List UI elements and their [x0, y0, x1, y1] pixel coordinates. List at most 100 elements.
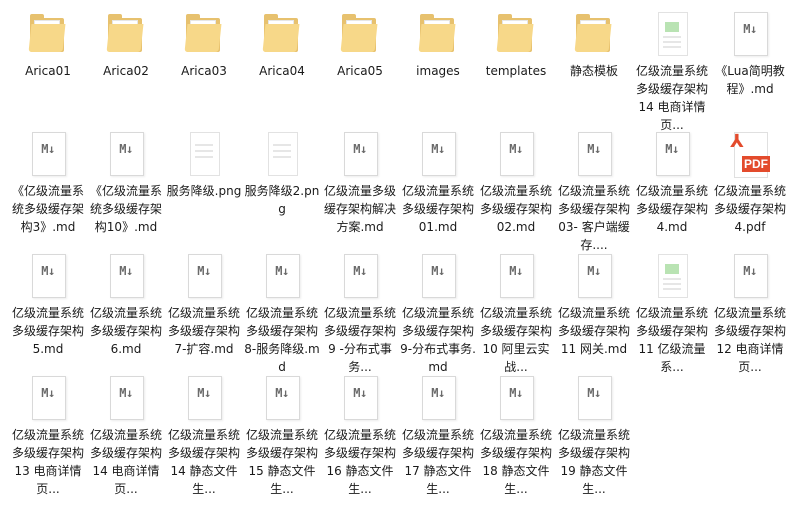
file-item[interactable]: Arica01 [10, 10, 86, 80]
file-item[interactable]: M↓ 亿级流量多级缓存架构解决方案.md [322, 130, 398, 236]
markdown-icon: M↓ [180, 252, 228, 300]
markdown-icon: M↓ [492, 374, 540, 422]
markdown-icon-text: M↓ [353, 386, 367, 400]
file-label: 亿级流量系统多级缓存架构11 网关.md [557, 306, 630, 356]
markdown-icon: M↓ [492, 252, 540, 300]
markdown-icon-text: M↓ [119, 142, 133, 156]
file-item[interactable]: M↓ 亿级流量系统多级缓存架构9 -分布式事务... [322, 252, 398, 376]
file-label: 亿级流量系统多级缓存架构15 静态文件生... [245, 428, 318, 496]
document-icon [648, 252, 696, 300]
markdown-icon-text: M↓ [431, 386, 445, 400]
pdf-icon-mark: ⅄ [730, 131, 744, 152]
file-item[interactable]: Arica03 [166, 10, 242, 80]
file-item[interactable]: M↓ 亿级流量系统多级缓存架构17 静态文件生... [400, 374, 476, 498]
markdown-icon-text: M↓ [509, 264, 523, 278]
file-label: 静态模板 [569, 64, 618, 78]
file-label: 《Lua简明教程》.md [715, 64, 785, 96]
file-item[interactable]: M↓ 亿级流量系统多级缓存架构7-扩容.md [166, 252, 242, 358]
file-item[interactable]: images [400, 10, 476, 80]
file-item[interactable]: M↓ 《亿级流量系统多级缓存架构10》.md [88, 130, 164, 236]
markdown-icon: M↓ [24, 374, 72, 422]
file-item[interactable]: M↓ 亿级流量系统多级缓存架构15 静态文件生... [244, 374, 320, 498]
markdown-icon: M↓ [102, 374, 150, 422]
file-item[interactable]: M↓ 亿级流量系统多级缓存架构10 阿里云实战... [478, 252, 554, 376]
folder-icon [570, 10, 618, 58]
file-item[interactable]: M↓ 《Lua简明教程》.md [712, 10, 788, 98]
file-item[interactable]: M↓ 亿级流量系统多级缓存架构14 静态文件生... [166, 374, 242, 498]
markdown-icon: M↓ [102, 130, 150, 178]
file-label: 服务降级2.png [244, 184, 320, 216]
markdown-icon-text: M↓ [41, 386, 55, 400]
markdown-icon: M↓ [24, 252, 72, 300]
file-label: 亿级流量系统多级缓存架构14 电商详情页... [89, 428, 162, 496]
markdown-icon-text: M↓ [743, 22, 757, 36]
file-label: 亿级流量系统多级缓存架构12 电商详情页... [713, 306, 786, 374]
file-item[interactable]: M↓ 亿级流量系统多级缓存架构4.md [634, 130, 710, 236]
folder-icon [414, 10, 462, 58]
file-item[interactable]: M↓ 亿级流量系统多级缓存架构01.md [400, 130, 476, 236]
markdown-icon: M↓ [336, 130, 384, 178]
file-item[interactable]: M↓ 亿级流量系统多级缓存架构02.md [478, 130, 554, 236]
markdown-icon: M↓ [258, 252, 306, 300]
file-item[interactable]: 亿级流量系统多级缓存架构14 电商详情页... [634, 10, 710, 134]
markdown-icon: M↓ [414, 130, 462, 178]
file-item[interactable]: 亿级流量系统多级缓存架构11 亿级流量系... [634, 252, 710, 376]
file-label: images [416, 64, 460, 78]
file-item[interactable]: M↓ 亿级流量系统多级缓存架构11 网关.md [556, 252, 632, 358]
file-item[interactable]: M↓ 亿级流量系统多级缓存架构14 电商详情页... [88, 374, 164, 498]
file-label: 亿级流量系统多级缓存架构19 静态文件生... [557, 428, 630, 496]
file-item[interactable]: M↓ 亿级流量系统多级缓存架构19 静态文件生... [556, 374, 632, 498]
file-item[interactable]: M↓ 亿级流量系统多级缓存架构16 静态文件生... [322, 374, 398, 498]
markdown-icon-text: M↓ [587, 264, 601, 278]
folder-icon [180, 10, 228, 58]
file-label: 亿级流量系统多级缓存架构14 电商详情页... [635, 64, 708, 132]
file-label: 亿级流量系统多级缓存架构18 静态文件生... [479, 428, 552, 496]
file-item[interactable]: M↓ 亿级流量系统多级缓存架构12 电商详情页... [712, 252, 788, 376]
file-label: 亿级流量系统多级缓存架构9 -分布式事务... [323, 306, 396, 374]
markdown-icon-text: M↓ [353, 264, 367, 278]
file-label: 《亿级流量系统多级缓存架构3》.md [11, 184, 84, 234]
markdown-icon-text: M↓ [431, 264, 445, 278]
file-label: Arica05 [337, 64, 383, 78]
file-item[interactable]: M↓ 亿级流量系统多级缓存架构03- 客户端缓存.... [556, 130, 632, 254]
file-label: 亿级流量系统多级缓存架构4.pdf [713, 184, 786, 234]
markdown-icon: M↓ [648, 130, 696, 178]
markdown-icon-text: M↓ [41, 142, 55, 156]
file-item[interactable]: M↓ 亿级流量系统多级缓存架构18 静态文件生... [478, 374, 554, 498]
file-item[interactable]: M↓ 《亿级流量系统多级缓存架构3》.md [10, 130, 86, 236]
markdown-icon-text: M↓ [275, 386, 289, 400]
file-item[interactable]: ⅄ PDF 亿级流量系统多级缓存架构4.pdf [712, 130, 788, 236]
markdown-icon: M↓ [258, 374, 306, 422]
file-item[interactable]: 服务降级.png [166, 130, 242, 200]
file-item[interactable]: 静态模板 [556, 10, 632, 80]
markdown-icon: M↓ [414, 374, 462, 422]
file-label: 亿级流量多级缓存架构解决方案.md [323, 184, 396, 234]
markdown-icon: M↓ [414, 252, 462, 300]
file-grid: Arica01 Arica02 Arica03 Arica04 Arica05 … [0, 0, 796, 514]
image-icon [180, 130, 228, 178]
file-item[interactable]: M↓ 亿级流量系统多级缓存架构8-服务降级.md [244, 252, 320, 376]
file-item[interactable]: M↓ 亿级流量系统多级缓存架构9-分布式事务.md [400, 252, 476, 376]
markdown-icon-text: M↓ [587, 142, 601, 156]
file-item[interactable]: Arica04 [244, 10, 320, 80]
markdown-icon-text: M↓ [431, 142, 445, 156]
file-item[interactable]: M↓ 亿级流量系统多级缓存架构5.md [10, 252, 86, 358]
file-label: 亿级流量系统多级缓存架构14 静态文件生... [167, 428, 240, 496]
folder-icon [492, 10, 540, 58]
file-label: 亿级流量系统多级缓存架构6.md [89, 306, 162, 356]
markdown-icon-text: M↓ [119, 386, 133, 400]
markdown-icon-text: M↓ [197, 264, 211, 278]
folder-icon [336, 10, 384, 58]
document-icon [648, 10, 696, 58]
markdown-icon: M↓ [492, 130, 540, 178]
file-item[interactable]: M↓ 亿级流量系统多级缓存架构6.md [88, 252, 164, 358]
file-item[interactable]: Arica05 [322, 10, 398, 80]
image-icon [258, 130, 306, 178]
file-item[interactable]: Arica02 [88, 10, 164, 80]
file-item[interactable]: templates [478, 10, 554, 80]
markdown-icon-text: M↓ [743, 264, 757, 278]
file-item[interactable]: M↓ 亿级流量系统多级缓存架构13 电商详情页... [10, 374, 86, 498]
file-label: 亿级流量系统多级缓存架构7-扩容.md [167, 306, 240, 356]
folder-icon [258, 10, 306, 58]
file-item[interactable]: 服务降级2.png [244, 130, 320, 218]
